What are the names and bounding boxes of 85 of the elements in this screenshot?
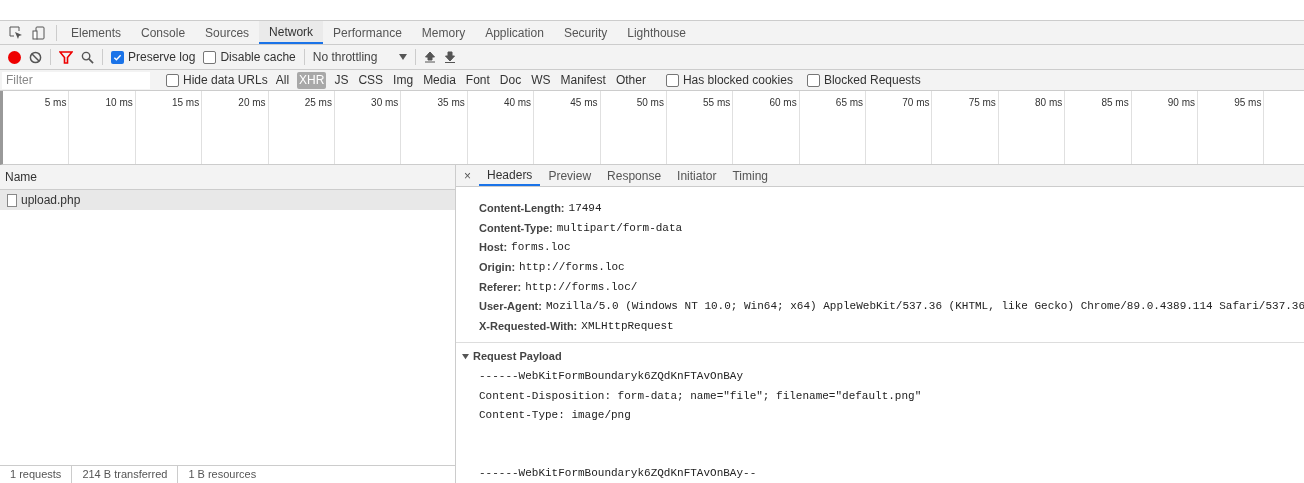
- payload-line: Content-Disposition: form-data; name="file"; filename="default.png": [479, 388, 922, 404]
- header-row-text: Content-Length: 17494: [479, 201, 603, 216]
- dropdown-arrow-icon: [399, 54, 408, 60]
- type-filter-button[interactable]: Other: [613, 71, 648, 89]
- type-filter-button[interactable]: Doc: [497, 71, 524, 89]
- checkbox[interactable]: [203, 50, 217, 64]
- file-icon: [7, 193, 17, 207]
- timeline-tick-label: 5 ms: [44, 96, 67, 110]
- panel-tab[interactable]: Memory: [411, 21, 476, 44]
- payload-section-toggle[interactable]: Request Payload: [456, 347, 1304, 366]
- payload-line: Content-Type: image/png: [479, 407, 631, 423]
- checkbox-label: Blocked Requests: [823, 72, 921, 89]
- panel-tab[interactable]: Application: [475, 21, 554, 44]
- timeline-tick-label: 55 ms: [703, 96, 731, 110]
- timeline-tick-label: 65 ms: [835, 96, 864, 110]
- timeline-tick-label: 40 ms: [503, 96, 532, 110]
- header-row-text: Host: forms.loc: [479, 240, 572, 256]
- type-filter-button[interactable]: All: [273, 71, 292, 89]
- checkmark-icon: [113, 52, 122, 62]
- timeline-tick-label: 35 ms: [437, 96, 465, 110]
- timeline-tick-label: 90 ms: [1167, 96, 1196, 110]
- request-row[interactable]: upload.php: [0, 190, 455, 210]
- throttling-dropdown[interactable]: No throttling: [312, 48, 408, 66]
- timeline-tick-label: 25 ms: [304, 96, 332, 110]
- timeline-tick-label: 95 ms: [1234, 96, 1262, 110]
- checkbox[interactable]: [166, 73, 179, 87]
- timeline-tick-label: 10 ms: [105, 96, 133, 110]
- panel-tab[interactable]: Performance: [323, 21, 412, 44]
- timeline-tick-label: 70 ms: [902, 96, 930, 110]
- timeline-tick-label: 15 ms: [171, 96, 200, 110]
- timeline-tick-label: 45 ms: [570, 96, 598, 110]
- search-icon[interactable]: [81, 50, 94, 64]
- detail-tab[interactable]: Headers: [479, 165, 541, 187]
- upload-icon[interactable]: [424, 51, 437, 63]
- detail-tab[interactable]: Initiator: [669, 165, 725, 187]
- type-filter-button[interactable]: JS: [332, 71, 351, 89]
- header-row-text: Referer: http://forms.loc/: [479, 279, 639, 295]
- timeline-tick-label: 85 ms: [1101, 96, 1129, 110]
- header-row-text: Content-Type: multipart/form-data: [479, 220, 684, 236]
- detail-tab[interactable]: Preview: [540, 165, 600, 187]
- record-button[interactable]: [8, 50, 21, 64]
- payload-line: ------WebKitFormBoundaryk6ZQdKnFTAvOnBAy: [479, 369, 744, 385]
- filter-input[interactable]: Filter: [2, 71, 150, 89]
- panel-tab[interactable]: Sources: [195, 21, 260, 44]
- type-filter-button[interactable]: WS: [529, 71, 553, 89]
- panel-tab[interactable]: Network: [259, 21, 324, 44]
- download-icon[interactable]: [444, 51, 457, 63]
- type-filter-button[interactable]: Manifest: [558, 71, 608, 89]
- status-bar-item: 1 B resources: [177, 466, 267, 483]
- type-filter-button[interactable]: Media: [421, 71, 458, 89]
- checkbox-label: Hide data URLs: [183, 72, 268, 89]
- device-toolbar-icon[interactable]: [32, 25, 46, 40]
- header-row-text: X-Requested-With: XMLHttpRequest: [479, 319, 675, 335]
- detail-tab[interactable]: Response: [599, 165, 670, 187]
- type-filter-button[interactable]: Font: [463, 71, 492, 89]
- detail-tab[interactable]: Timing: [724, 165, 777, 187]
- checkbox-label: Preserve log: [128, 49, 196, 66]
- timeline-tick-label: 20 ms: [238, 96, 266, 110]
- header-row-text: Origin: http://forms.loc: [479, 260, 626, 276]
- inspect-element-icon[interactable]: [9, 25, 23, 40]
- panel-tab[interactable]: Security: [553, 21, 618, 44]
- disclosure-triangle-icon: [462, 352, 469, 360]
- checkbox-label: Disable cache: [220, 49, 296, 66]
- checkbox-label: Has blocked cookies: [682, 72, 793, 89]
- column-header[interactable]: Name: [0, 165, 455, 190]
- clear-icon[interactable]: [29, 50, 42, 64]
- close-button[interactable]: ×: [456, 166, 479, 185]
- type-filter-button[interactable]: Img: [391, 71, 416, 89]
- status-bar-item: 1 requests: [9, 467, 63, 483]
- timeline-tick-label: 50 ms: [636, 96, 664, 110]
- header-row-text: User-Agent: Mozilla/5.0 (Windows NT 10.0; Win64; x64) AppleWebKit/537.36 (KHTML, like Gecko) Chrome/89.0.4389.114 Safari/537.36: [479, 299, 1304, 315]
- timeline-tick-label: 75 ms: [968, 96, 996, 110]
- panel-tab[interactable]: Elements: [61, 21, 132, 44]
- timeline-tick-label: 80 ms: [1035, 96, 1063, 110]
- checkbox[interactable]: [665, 73, 679, 87]
- filter-icon[interactable]: [59, 50, 73, 64]
- payload-line: ------WebKitFormBoundaryk6ZQdKnFTAvOnBAy--: [479, 465, 757, 481]
- status-bar-item: 214 B transferred: [71, 466, 178, 483]
- checkbox[interactable]: [806, 73, 820, 87]
- timeline-tick-label: 60 ms: [769, 96, 797, 110]
- timeline-tick-label: 30 ms: [371, 96, 399, 110]
- type-filter-button[interactable]: CSS: [356, 71, 386, 89]
- checkbox[interactable]: [111, 50, 124, 64]
- panel-tab[interactable]: Console: [131, 21, 196, 44]
- panel-tab[interactable]: Lighthouse: [617, 21, 696, 44]
